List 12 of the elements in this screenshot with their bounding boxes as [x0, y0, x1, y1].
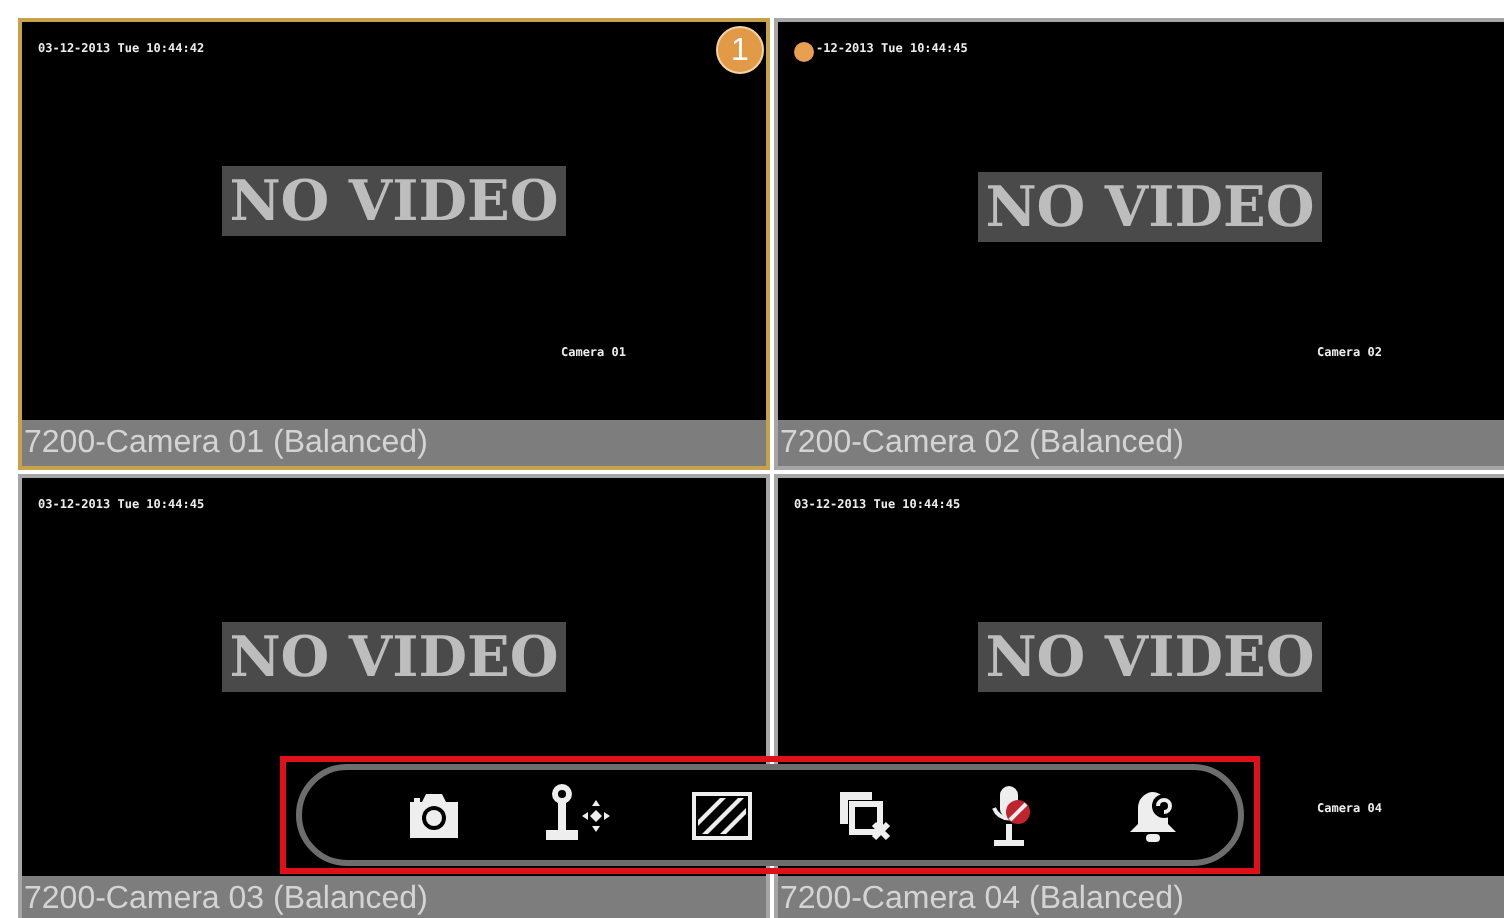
- camera-label: 7200-Camera 04 (Balanced): [778, 876, 1504, 918]
- no-video-text: NO VIDEO: [977, 172, 1323, 242]
- no-video-text: NO VIDEO: [977, 622, 1323, 692]
- camera-label: 7200-Camera 02 (Balanced): [778, 420, 1504, 466]
- window-number-badge: 1: [716, 26, 764, 74]
- no-video-text: NO VIDEO: [221, 166, 567, 236]
- camera-icon: [404, 791, 464, 839]
- no-video-text: NO VIDEO: [221, 622, 567, 692]
- window-close-icon: [836, 787, 896, 843]
- camera-label: 7200-Camera 03 (Balanced): [22, 876, 766, 918]
- hatched-frame-icon: [692, 791, 752, 839]
- camera-label: 7200-Camera 01 (Balanced): [22, 420, 766, 466]
